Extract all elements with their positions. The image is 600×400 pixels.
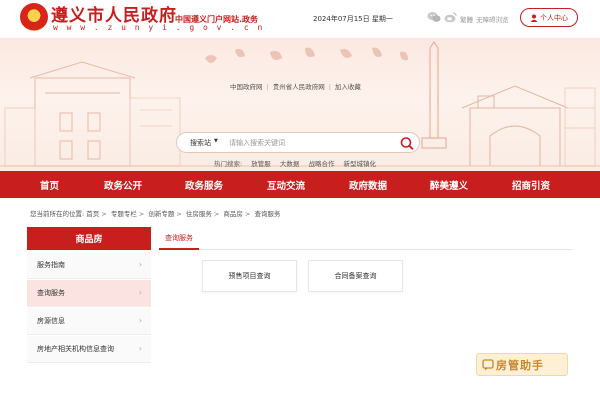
search-input[interactable] [229, 136, 394, 150]
chevron-right-icon: › [138, 260, 142, 269]
chevron-right-icon: › [138, 316, 142, 325]
chevron-right-icon: › [138, 344, 142, 353]
main-nav: 首页 政务公开 政务服务 互动交流 政府数据 醉美遵义 招商引资 [0, 171, 600, 198]
sidebar-item-agency-query[interactable]: 房地产相关机构信息查询 › [27, 336, 151, 363]
breadcrumb-item[interactable]: 专题专栏 [111, 210, 137, 218]
top-header: 遵义市人民政府 w w w . z u n y i . g o v . c n … [0, 0, 600, 38]
quick-links: 中国政府网 | 贵州省人民政府网 | 加入收藏 [230, 83, 361, 91]
hot-search-term[interactable]: 战略合作 [308, 160, 334, 168]
portal-tagline: 中国遵义门户网站.政务 [175, 15, 259, 24]
banner: 中国政府网|贵州省人民政府网|加入收藏 搜索站 ▼ 热门搜索: 放管服 大数据 … [0, 38, 600, 171]
weibo-icon[interactable] [444, 11, 457, 23]
breadcrumb-prefix: 您当前所在的位置: [30, 210, 85, 218]
housing-assistant-label: 房管助手 [496, 358, 544, 372]
hot-search-term[interactable]: 放管服 [251, 160, 271, 168]
sidebar-item-label: 服务指南 [37, 261, 65, 269]
user-center-label: 个人中心 [540, 13, 568, 22]
hot-search-row: 热门搜索: 放管服 大数据 战略合作 新型城镇化 [214, 158, 376, 168]
search-icon[interactable] [399, 136, 415, 150]
hot-search-term[interactable]: 大数据 [280, 160, 300, 168]
add-favorite-link[interactable]: 加入收藏 [335, 83, 361, 91]
sidebar: 商品房 服务指南 › 查询服务 › 房源信息 › 房地产相关机构信息查询 › [27, 227, 151, 367]
nav-government-data[interactable]: 政府数据 [349, 178, 387, 192]
chat-bubble-icon [482, 358, 494, 370]
presale-project-query-button[interactable]: 预售项目查询 [202, 260, 297, 292]
user-center-button[interactable]: 个人中心 [520, 8, 578, 27]
breadcrumb-item[interactable]: 创新专题 [148, 210, 174, 218]
tab-query-service[interactable]: 查询服务 [159, 227, 199, 250]
breadcrumb: 您当前所在的位置: 首页 > 专题专栏 > 创新专题 > 住房服务 > 商品房 > 查询服… [30, 210, 281, 218]
hot-search-label: 热门搜索: [214, 160, 243, 168]
accessibility-link[interactable]: 无障碍浏览 [476, 14, 509, 24]
sidebar-item-label: 房源信息 [37, 317, 65, 325]
breadcrumb-item[interactable]: 首页 [86, 210, 99, 218]
sidebar-item-service-guide[interactable]: 服务指南 › [27, 252, 151, 279]
breadcrumb-item[interactable]: 住房服务 [186, 210, 212, 218]
sidebar-item-query-service[interactable]: 查询服务 › [27, 280, 151, 307]
user-icon [530, 14, 538, 22]
nav-government-affairs[interactable]: 政务公开 [104, 178, 142, 192]
traditional-chinese-link[interactable]: 繁體 [460, 14, 473, 24]
sidebar-title: 商品房 [27, 227, 151, 250]
breadcrumb-item[interactable]: 商品房 [223, 210, 243, 218]
national-emblem-icon [20, 3, 48, 31]
content-tab-bar: 查询服务 [159, 227, 573, 250]
contract-record-query-button[interactable]: 合同备案查询 [308, 260, 403, 292]
nav-government-services[interactable]: 政务服务 [185, 178, 223, 192]
nav-home[interactable]: 首页 [40, 178, 59, 192]
breadcrumb-item[interactable]: 查询服务 [254, 210, 280, 218]
page: 遵义市人民政府 w w w . z u n y i . g o v . c n … [0, 0, 600, 400]
current-date: 2024年07月15日 星期一 [313, 15, 393, 23]
caret-down-icon[interactable]: ▼ [214, 138, 218, 144]
sidebar-item-housing-info[interactable]: 房源信息 › [27, 308, 151, 335]
nav-beautiful-zunyi[interactable]: 醉美遵义 [430, 178, 468, 192]
sidebar-item-label: 房地产相关机构信息查询 [37, 345, 114, 353]
search-bar: 搜索站 ▼ [176, 132, 420, 153]
nav-investment[interactable]: 招商引资 [512, 178, 550, 192]
nav-interaction[interactable]: 互动交流 [267, 178, 305, 192]
chevron-right-icon: › [138, 288, 142, 297]
hot-search-term[interactable]: 新型城镇化 [344, 160, 377, 168]
housing-assistant-button[interactable]: 房管助手 [476, 353, 568, 376]
gov-cn-link[interactable]: 中国政府网 [230, 83, 263, 91]
sidebar-item-label: 查询服务 [37, 289, 65, 297]
wechat-icon[interactable] [427, 11, 441, 23]
search-scope-select[interactable]: 搜索站 [190, 138, 211, 148]
guizhou-gov-link[interactable]: 贵州省人民政府网 [273, 83, 325, 91]
